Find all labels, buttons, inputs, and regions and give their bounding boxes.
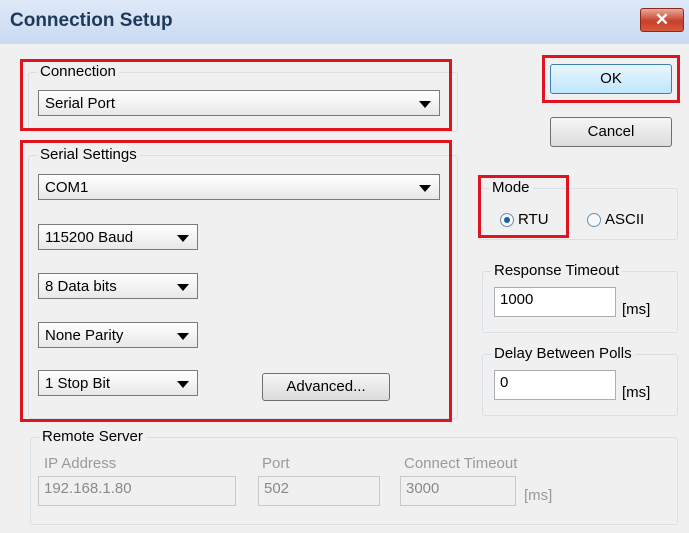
response-timeout-unit: [ms]: [622, 301, 651, 318]
highlight-serial-settings: [20, 140, 452, 422]
title-bar: Connection Setup ✕: [0, 0, 689, 44]
highlight-mode: [478, 175, 569, 238]
response-timeout-input[interactable]: 1000: [494, 287, 616, 317]
close-icon: ✕: [654, 10, 670, 29]
ip-address-label: IP Address: [44, 455, 117, 472]
close-button[interactable]: ✕: [640, 8, 684, 32]
window-title: Connection Setup: [10, 10, 173, 31]
port-label: Port: [262, 455, 290, 472]
highlight-connection: [20, 59, 452, 131]
remote-server-legend: Remote Server: [39, 428, 146, 445]
cancel-button-label: Cancel: [587, 123, 635, 140]
highlight-ok: [542, 55, 680, 103]
connect-timeout-input[interactable]: 3000: [400, 476, 516, 506]
ascii-radio[interactable]: [587, 213, 601, 227]
cancel-button[interactable]: Cancel: [550, 117, 672, 147]
ip-address-input[interactable]: 192.168.1.80: [38, 476, 236, 506]
connect-timeout-unit: [ms]: [524, 487, 553, 504]
connect-timeout-label: Connect Timeout: [404, 455, 518, 472]
delay-between-polls-legend: Delay Between Polls: [491, 345, 635, 362]
response-timeout-legend: Response Timeout: [491, 262, 623, 279]
connection-setup-dialog: Connection Setup ✕ Connection Serial Por…: [0, 0, 689, 533]
delay-between-polls-unit: [ms]: [622, 384, 651, 401]
port-input[interactable]: 502: [258, 476, 380, 506]
ascii-label: ASCII: [605, 211, 645, 228]
delay-between-polls-input[interactable]: 0: [494, 370, 616, 400]
